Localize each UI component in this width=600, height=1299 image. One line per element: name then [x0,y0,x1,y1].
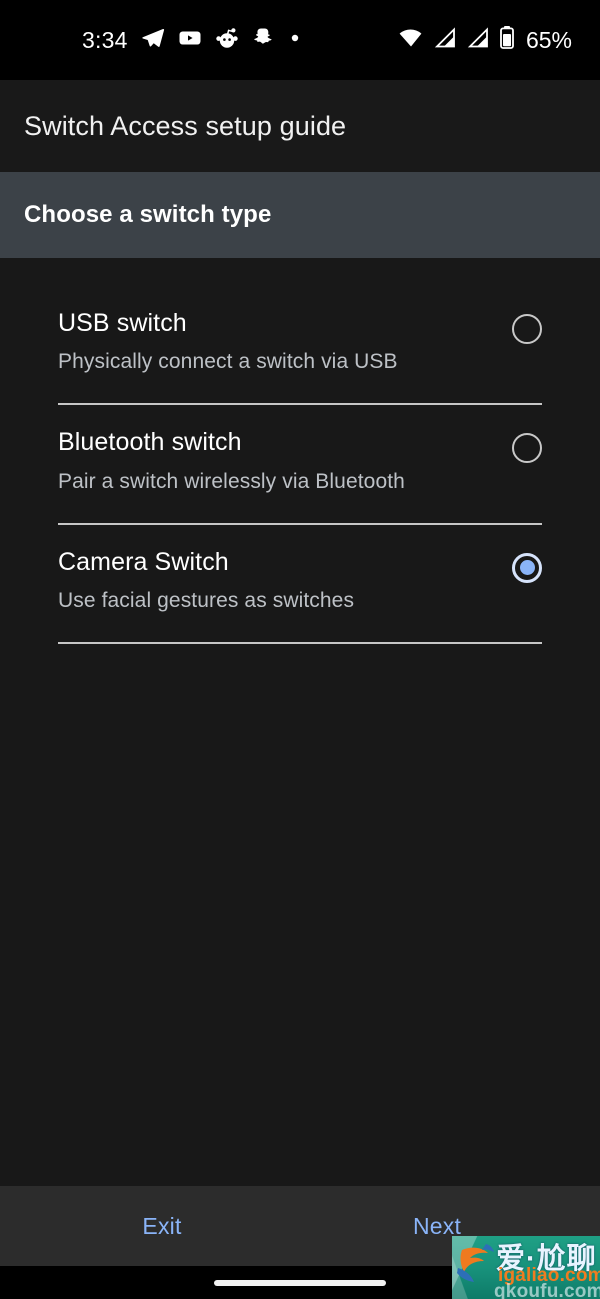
youtube-icon [178,26,202,55]
option-camera-switch[interactable]: Camera Switch Use facial gestures as swi… [58,547,542,645]
snapchat-icon [252,26,276,55]
status-bar-clock: 3:34 [82,26,128,53]
option-title: USB switch [58,309,187,337]
app-title-bar: Switch Access setup guide [0,80,600,172]
option-texts: USB switch Physically connect a switch v… [58,309,418,374]
battery-percent-label: 65% [525,26,572,53]
status-bar: 3:34 65% [0,0,600,80]
option-usb-switch[interactable]: USB switch Physically connect a switch v… [58,310,542,406]
option-row: Bluetooth switch Pair a switch wirelessl… [58,428,542,493]
signal-bars-2-icon [466,25,490,56]
home-gesture-pill[interactable] [214,1279,386,1286]
option-texts: Camera Switch Use facial gestures as swi… [58,547,374,612]
dot-icon [289,31,301,49]
option-title: Camera Switch [58,547,229,576]
option-subtitle: Physically connect a switch via USB [58,350,398,374]
status-bar-left: 3:34 [82,26,301,55]
option-texts: Bluetooth switch Pair a switch wirelessl… [58,428,425,493]
option-bluetooth-switch[interactable]: Bluetooth switch Pair a switch wirelessl… [58,428,542,525]
section-title: Choose a switch type [24,201,272,228]
reddit-icon [215,26,239,55]
telegram-icon [141,26,165,55]
page-title: Switch Access setup guide [24,110,347,141]
next-button[interactable]: Next [413,1213,461,1240]
gesture-nav-bar [0,1266,600,1299]
status-bar-right: 65% [398,25,572,56]
section-header: Choose a switch type [0,172,600,258]
radio-button-bluetooth-switch[interactable] [512,433,542,464]
option-subtitle: Pair a switch wirelessly via Bluetooth [58,469,405,493]
list-divider [58,403,542,406]
signal-bars-icon [433,25,457,56]
radio-button-usb-switch[interactable] [512,314,542,344]
exit-button[interactable]: Exit [142,1213,181,1240]
option-row: USB switch Physically connect a switch v… [58,310,542,373]
option-row: Camera Switch Use facial gestures as swi… [58,547,542,612]
radio-button-camera-switch[interactable] [512,552,542,583]
bottom-action-bar: Exit Next [0,1186,600,1266]
options-list: USB switch Physically connect a switch v… [0,258,600,1186]
battery-icon [499,25,515,56]
option-subtitle: Use facial gestures as switches [58,588,355,612]
option-title: Bluetooth switch [58,428,242,457]
phone-screen: 3:34 65% Switch Access setup guide Choos… [0,0,600,1299]
list-divider [58,642,542,645]
list-divider [58,522,542,525]
wifi-icon [398,25,424,56]
